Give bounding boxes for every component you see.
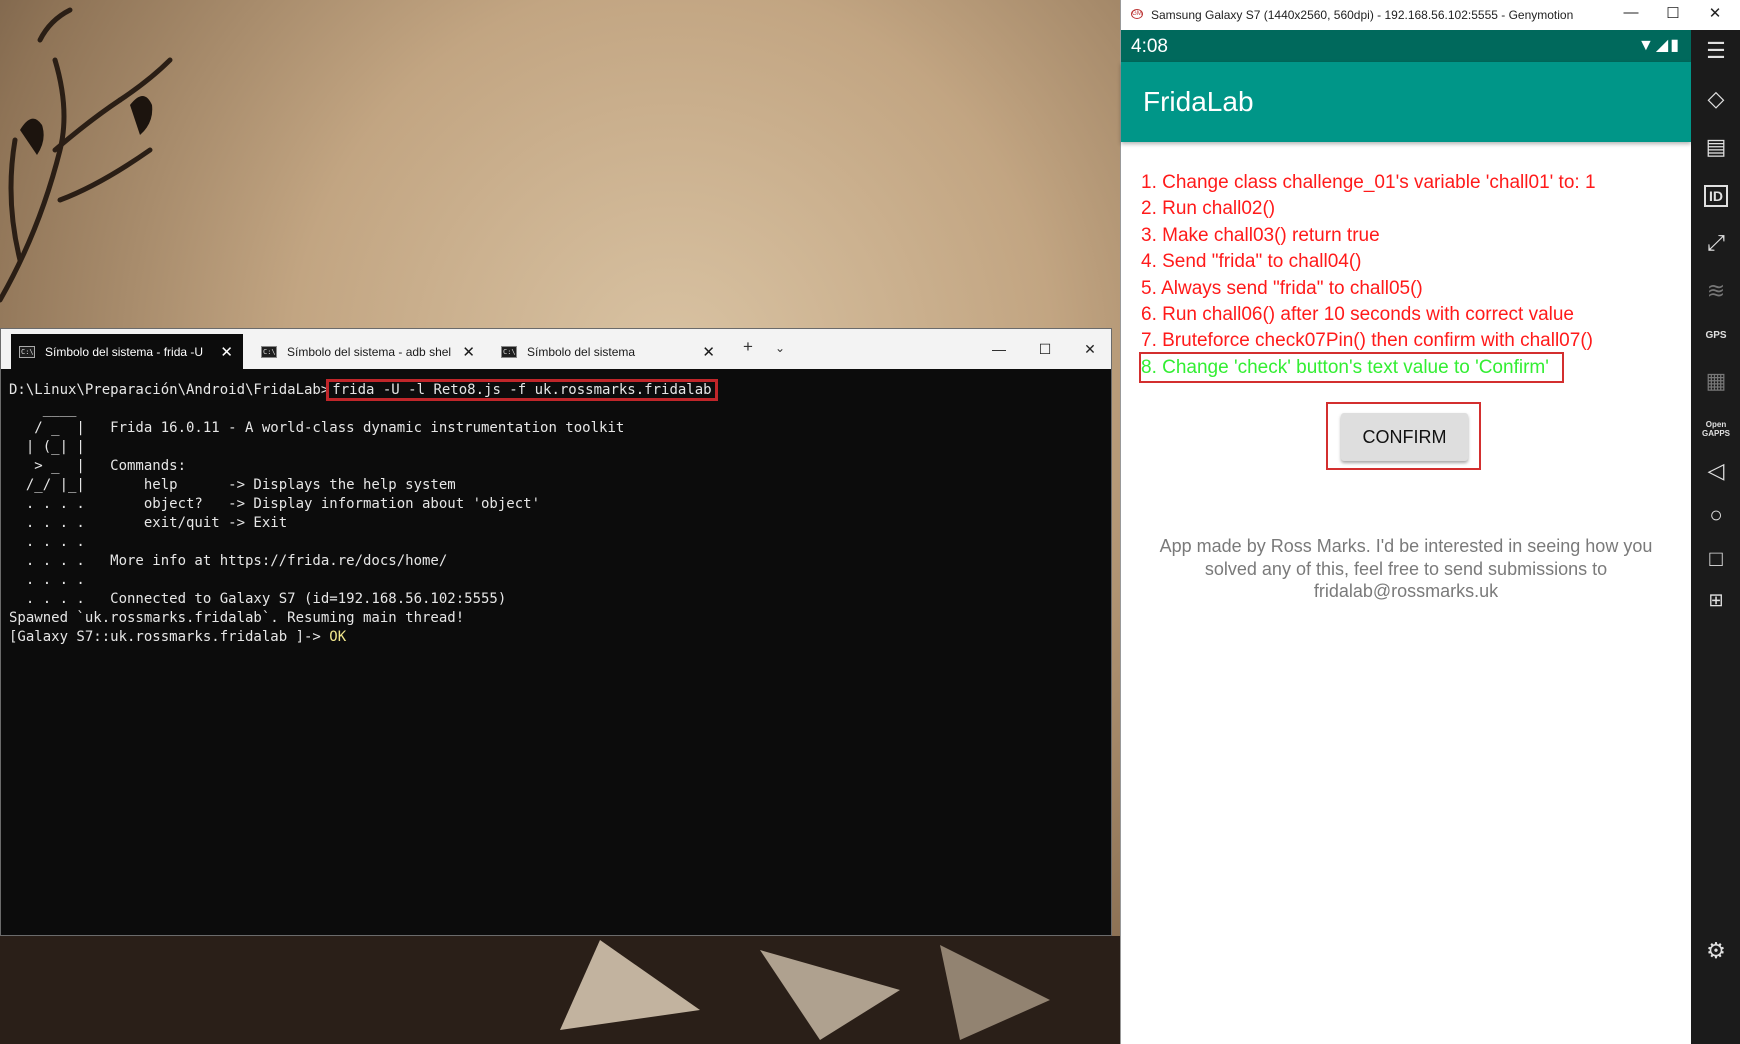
confirm-button[interactable]: CONFIRM xyxy=(1341,413,1468,461)
terminal-window[interactable]: C:\ Símbolo del sistema - frida -U ✕ C:\… xyxy=(0,328,1112,936)
close-window-button[interactable]: ✕ xyxy=(1695,4,1735,22)
banner-line: /_/ |_| help -> Displays the help system xyxy=(9,477,456,493)
status-icons: ▼◢▮ xyxy=(1638,35,1681,55)
close-tab-icon[interactable]: ✕ xyxy=(220,343,233,361)
close-tab-icon[interactable]: ✕ xyxy=(462,343,475,361)
terminal-tab-adb[interactable]: C:\ Símbolo del sistema - adb shel ✕ xyxy=(253,334,485,369)
new-tab-icon[interactable]: + xyxy=(743,337,753,357)
close-window-button[interactable]: ✕ xyxy=(1067,335,1113,363)
signal-icon: ◢ xyxy=(1655,37,1671,54)
network-icon: ≋ xyxy=(1706,278,1726,303)
repl-prompt: [Galaxy S7::uk.rossmarks.fridalab ]-> xyxy=(9,629,330,645)
banner-line: . . . . More info at https://frida.re/do… xyxy=(9,553,448,569)
banner-line: Spawned `uk.rossmarks.fridalab`. Resumin… xyxy=(9,610,465,626)
recents-icon[interactable]: □ xyxy=(1691,546,1740,572)
add-icon[interactable]: ⊞ xyxy=(1691,590,1740,611)
emulator-title: Samsung Galaxy S7 (1440x2560, 560dpi) - … xyxy=(1151,8,1574,22)
rotate-icon[interactable]: ◇ xyxy=(1691,86,1740,112)
command-line: D:\Linux\Preparación\Android\FridaLab> fr… xyxy=(9,379,1107,401)
banner-line: > _ | Commands: xyxy=(9,458,187,474)
challenge-item: 3. Make chall03() return true xyxy=(1141,224,1380,246)
emulator-window[interactable]: GM Samsung Galaxy S7 (1440x2560, 560dpi)… xyxy=(1120,0,1740,1044)
repl-line: [Galaxy S7::uk.rossmarks.fridalab ]-> OK xyxy=(9,628,1107,647)
highlight-box xyxy=(1139,352,1564,383)
banner-line: / _ | Frida 16.0.11 - A world-class dyna… xyxy=(9,420,625,436)
tab-label: Símbolo del sistema - frida -U xyxy=(45,344,204,359)
device-id-button[interactable]: ID xyxy=(1691,185,1740,207)
android-status-bar: 4:08 ▼◢▮ xyxy=(1121,30,1691,62)
menu-icon[interactable]: ☰ xyxy=(1691,38,1740,64)
repl-output: OK xyxy=(329,629,347,645)
emulator-titlebar: GM Samsung Galaxy S7 (1440x2560, 560dpi)… xyxy=(1121,0,1740,30)
wifi-icon: ▼ xyxy=(1638,37,1656,54)
genymotion-toolbar: ☰ ◇ ▤ ID ⤢ ≋ GPS ▦ Open GAPPS ◁ ○ □ ⊞ ⚙ xyxy=(1691,30,1740,1044)
challenge-item: 5. Always send "frida" to chall05() xyxy=(1141,277,1423,299)
android-screen[interactable]: 4:08 ▼◢▮ FridaLab 1. Change class challe… xyxy=(1121,30,1691,1044)
banner-line: . . . . exit/quit -> Exit xyxy=(9,515,288,531)
terminal-output[interactable]: D:\Linux\Preparación\Android\FridaLab> fr… xyxy=(9,379,1107,935)
frida-banner: ____ / _ | Frida 16.0.11 - A world-class… xyxy=(9,400,1107,628)
shell-prompt: D:\Linux\Preparación\Android\FridaLab> xyxy=(9,382,330,398)
banner-line: . . . . xyxy=(9,534,85,550)
tab-label: Símbolo del sistema xyxy=(527,344,636,359)
banner-line: . . . . xyxy=(9,572,85,588)
banner-line: | (_| | xyxy=(9,439,85,455)
challenge-item: 6. Run chall06() after 10 seconds with c… xyxy=(1141,304,1574,326)
status-clock: 4:08 xyxy=(1131,36,1168,57)
gps-button[interactable]: GPS xyxy=(1691,330,1740,341)
app-title: FridaLab xyxy=(1143,86,1254,117)
maximize-button[interactable]: ☐ xyxy=(1022,335,1068,363)
chevron-down-icon[interactable]: ⌄ xyxy=(775,341,785,355)
challenge-item: 4. Send "frida" to chall04() xyxy=(1141,251,1362,273)
tab-label: Símbolo del sistema - adb shel xyxy=(287,344,452,359)
confirm-highlight-box: CONFIRM xyxy=(1326,402,1481,470)
back-icon[interactable]: ◁ xyxy=(1691,458,1740,484)
terminal-tab-cmd[interactable]: C:\ Símbolo del sistema ✕ xyxy=(493,334,725,369)
camera-icon[interactable]: ▤ xyxy=(1691,134,1740,160)
maximize-button[interactable]: ☐ xyxy=(1653,4,1693,22)
close-tab-icon[interactable]: ✕ xyxy=(702,343,715,361)
banner-line: . . . . Connected to Galaxy S7 (id=192.1… xyxy=(9,591,507,607)
battery-icon: ▮ xyxy=(1670,37,1681,54)
capture-icon: ▦ xyxy=(1705,368,1727,393)
gear-icon[interactable]: ⚙ xyxy=(1691,938,1740,964)
cmd-icon: C:\ xyxy=(501,345,517,358)
opengapps-button[interactable]: Open GAPPS xyxy=(1691,420,1740,438)
minimize-button[interactable]: — xyxy=(1611,4,1651,21)
cmd-icon: C:\ xyxy=(261,345,277,358)
challenge-item: 2. Run chall02() xyxy=(1141,198,1276,220)
challenge-item: 7. Bruteforce check07Pin() then confirm … xyxy=(1141,330,1593,352)
home-icon[interactable]: ○ xyxy=(1691,502,1740,528)
cmd-icon: C:\ xyxy=(19,345,35,358)
app-bar: FridaLab xyxy=(1121,62,1691,142)
banner-line: ____ xyxy=(9,401,77,417)
terminal-tab-frida[interactable]: C:\ Símbolo del sistema - frida -U ✕ xyxy=(11,334,243,369)
challenge-list: 1. Change class challenge_01's variable … xyxy=(1141,170,1596,381)
scale-icon[interactable]: ⤢ xyxy=(1691,230,1740,256)
terminal-tab-bar: C:\ Símbolo del sistema - frida -U ✕ C:\… xyxy=(1,329,1111,369)
frida-command: frida -U -l Reto8.js -f uk.rossmarks.fri… xyxy=(326,379,718,401)
challenge-item: 1. Change class challenge_01's variable … xyxy=(1141,172,1596,193)
minimize-button[interactable]: — xyxy=(976,335,1022,363)
app-footer-note: App made by Ross Marks. I'd be intereste… xyxy=(1159,536,1653,601)
banner-line: . . . . object? -> Display information a… xyxy=(9,496,541,512)
genymotion-icon: GM xyxy=(1131,9,1143,19)
